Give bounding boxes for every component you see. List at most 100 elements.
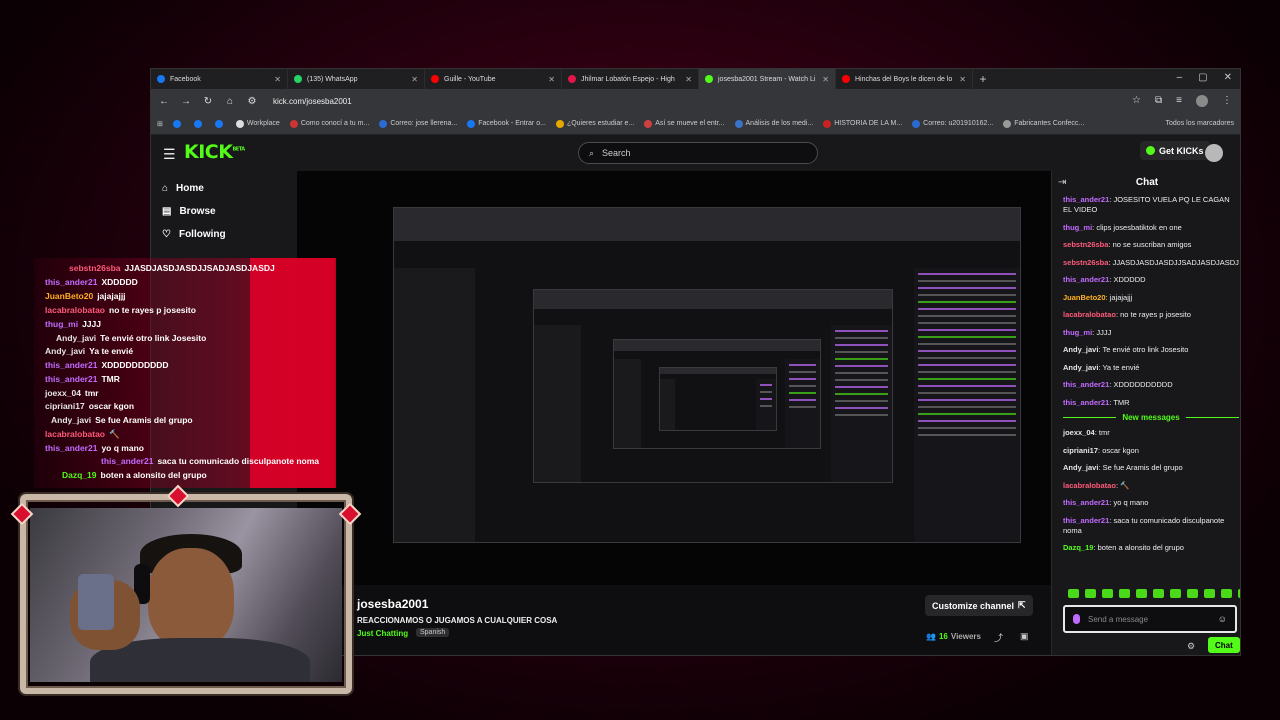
chat-username[interactable]: Dazq_19 <box>1063 543 1093 552</box>
chat-text: Ya te envié <box>1102 362 1140 372</box>
customize-channel-button[interactable]: Customize channel ⇱ <box>925 595 1033 616</box>
streamer-name[interactable]: josesba2001 <box>357 597 428 611</box>
sidebar-item-following[interactable]: ♡ Following <box>162 229 226 240</box>
close-tab-icon[interactable]: ✕ <box>959 75 966 84</box>
video-player[interactable] <box>297 171 1051 585</box>
emote-icon[interactable] <box>1221 589 1232 598</box>
chat-username[interactable]: lacabralobatao <box>1063 481 1116 490</box>
browser-tab[interactable]: Guille - YouTube ✕ <box>425 69 562 89</box>
bookmark-item[interactable]: Correo: jose llerena... <box>379 119 457 128</box>
search-input[interactable]: ⌕ Search <box>578 142 818 164</box>
profile-avatar[interactable] <box>1196 95 1208 107</box>
user-avatar[interactable] <box>1205 144 1223 162</box>
bookmark-item[interactable]: HISTORIA DE LA M... <box>823 119 902 128</box>
chat-username[interactable]: Andy_javi <box>1063 363 1098 372</box>
chat-username[interactable]: this_ander21 <box>1063 380 1109 389</box>
bookmark-item[interactable] <box>193 119 205 128</box>
apps-icon[interactable]: ⊞ <box>157 120 163 128</box>
close-tab-icon[interactable]: ✕ <box>274 75 281 84</box>
browser-tab[interactable]: Facebook ✕ <box>151 69 288 89</box>
browser-tab[interactable]: Hinchas del Boys le dicen de lo ✕ <box>836 69 973 89</box>
overlay-text: XDDDDDDDDDD <box>101 360 169 370</box>
browser-tab[interactable]: (135) WhatsApp ✕ <box>288 69 425 89</box>
emote-icon[interactable] <box>1085 589 1096 598</box>
get-kicks-button[interactable]: Get KICKs <box>1140 141 1210 160</box>
emote-icon[interactable] <box>1204 589 1215 598</box>
chat-message-input[interactable]: Send a message ☺ <box>1063 605 1237 633</box>
chat-username[interactable]: this_ander21 <box>1063 275 1109 284</box>
chat-username[interactable]: JuanBeto20 <box>1063 293 1106 302</box>
overlay-text: oscar kgon <box>88 401 135 411</box>
chat-username[interactable]: this_ander21 <box>1063 516 1109 525</box>
bookmark-item[interactable]: Así se mueve el entr... <box>644 119 725 128</box>
kick-logo[interactable]: KICKBETA <box>184 141 245 163</box>
chat-username[interactable]: sebstn26sba <box>1063 240 1108 249</box>
chat-username[interactable]: joexx_04 <box>1063 428 1095 437</box>
close-tab-icon[interactable]: ✕ <box>548 75 555 84</box>
reload-icon[interactable]: ↻ <box>203 96 213 107</box>
bookmark-item[interactable]: Como conocí a tu m... <box>289 119 369 128</box>
emote-icon[interactable] <box>1119 589 1130 598</box>
back-icon[interactable]: ← <box>159 96 169 107</box>
maximize-icon[interactable]: ▢ <box>1198 72 1207 83</box>
close-tab-icon[interactable]: ✕ <box>685 75 692 84</box>
emote-icon[interactable] <box>1136 589 1147 598</box>
emote-icon[interactable] <box>1153 589 1164 598</box>
browser-menu-icon[interactable]: ⋮ <box>1222 95 1232 107</box>
url-field[interactable]: kick.com/josesba2001 <box>273 97 352 106</box>
stream-info: josesba2001 REACCIONAMOS O JUGAMOS A CUA… <box>297 585 1051 655</box>
language-tag[interactable]: Spanish <box>416 628 450 637</box>
close-tab-icon[interactable]: ✕ <box>411 75 418 84</box>
overlay-text: yo q mano <box>101 443 144 453</box>
all-bookmarks-folder[interactable]: Todos los marcadores <box>1166 120 1234 127</box>
bookmark-item[interactable]: Fabricantes Confecc... <box>1003 119 1084 128</box>
media-icon[interactable]: ≡ <box>1176 95 1182 107</box>
home-icon[interactable]: ⌂ <box>225 96 235 107</box>
bookmark-item[interactable]: Análisis de los medi... <box>734 119 813 128</box>
new-tab-icon[interactable]: + <box>973 72 993 86</box>
browser-tab[interactable]: Jhilmar Lobatón Espejo - High ✕ <box>562 69 699 89</box>
chat-username[interactable]: this_ander21 <box>1063 195 1109 204</box>
emote-icon[interactable] <box>1187 589 1198 598</box>
bookmark-item[interactable] <box>214 119 226 128</box>
close-tab-icon[interactable]: ✕ <box>822 75 829 84</box>
chat-username[interactable]: Andy_javi <box>1063 463 1098 472</box>
emote-icon[interactable] <box>1102 589 1113 598</box>
bookmark-star-icon[interactable]: ☆ <box>1132 95 1141 107</box>
chat-username[interactable]: this_ander21 <box>1063 398 1109 407</box>
chat-username[interactable]: thug_mi <box>1063 223 1092 232</box>
emoji-icon[interactable]: ☺ <box>1218 614 1227 624</box>
chat-username[interactable]: cipriani17 <box>1063 446 1098 455</box>
bookmark-item[interactable]: Correo: u201910162... <box>912 119 993 128</box>
menu-icon[interactable]: ☰ <box>163 146 176 163</box>
bookmark-item[interactable]: Facebook - Entrar o... <box>467 119 546 128</box>
bookmark-item[interactable]: ¿Quieres estudiar e... <box>555 119 634 128</box>
chat-send-button[interactable]: Chat <box>1208 637 1240 653</box>
emote-icon[interactable] <box>1238 589 1240 598</box>
extensions-icon[interactable]: ⧉ <box>1155 95 1162 107</box>
chat-username[interactable]: sebstn26sba <box>1063 258 1108 267</box>
viewers-icon: 👥 <box>926 632 936 641</box>
category-link[interactable]: Just Chatting <box>357 629 408 638</box>
bookmark-item[interactable] <box>172 119 184 128</box>
overlay-username: lacabralobatao <box>45 429 105 439</box>
share-icon[interactable]: ⤴ <box>994 631 1003 644</box>
minimize-icon[interactable]: – <box>1177 72 1183 83</box>
site-info-icon[interactable]: ⚙ <box>247 96 257 107</box>
chat-username[interactable]: this_ander21 <box>1063 498 1109 507</box>
browser-tab[interactable]: josesba2001 Stream - Watch Li ✕ <box>699 69 836 89</box>
chat-username[interactable]: thug_mi <box>1063 328 1092 337</box>
theater-mode-icon[interactable]: ▣ <box>1020 631 1029 642</box>
chat-username[interactable]: lacabralobatao <box>1063 310 1116 319</box>
chat-username[interactable]: Andy_javi <box>1063 345 1098 354</box>
chat-settings-icon[interactable]: ⚙ <box>1187 641 1195 652</box>
emote-icon[interactable] <box>1068 589 1079 598</box>
close-window-icon[interactable]: ✕ <box>1224 72 1232 83</box>
forward-icon[interactable]: → <box>181 96 191 107</box>
sidebar-item-home[interactable]: ⌂ Home <box>162 183 204 194</box>
bookmark-item[interactable]: Workplace <box>235 119 280 128</box>
stream-title: REACCIONAMOS O JUGAMOS A CUALQUIER COSA <box>357 616 558 625</box>
emote-icon[interactable] <box>1170 589 1181 598</box>
sidebar-item-browse[interactable]: ▤ Browse <box>162 206 216 217</box>
chat-message: Andy_javi: Te envié otro link Josesito <box>1063 345 1239 355</box>
